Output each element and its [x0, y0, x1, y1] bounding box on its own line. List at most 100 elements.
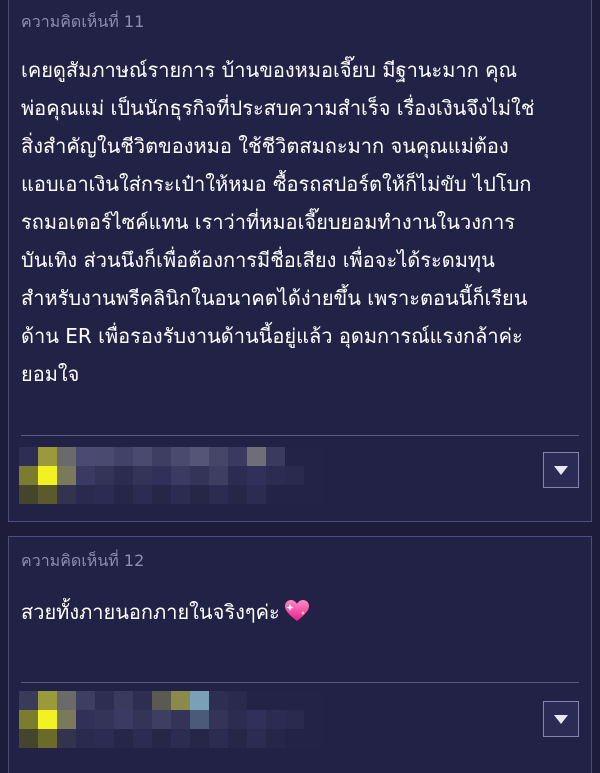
pixel-block: [38, 729, 57, 748]
comment-text-line: เคยดูสัมภาษณ์รายการ บ้านของหมอเจี๊ยบ มีฐ…: [21, 58, 518, 82]
pixel-block: [76, 485, 95, 504]
sparkling-heart-icon-svg: [284, 600, 309, 621]
pixel-block: [38, 447, 57, 466]
pixel-block: [266, 447, 285, 466]
comment-text-line: สิ่งสำคัญในชีวิตของหมอ ใช้ชีวิตสมถะมาก จ…: [21, 134, 509, 158]
pixel-block: [133, 710, 152, 729]
pixel-block: [133, 466, 152, 485]
pixel-block: [304, 691, 323, 710]
pixel-block: [152, 447, 171, 466]
pixel-block: [247, 485, 266, 504]
comment-page: ความคิดเห็นที่ 11 เคยดูสัมภาษณ์รายการ บ้…: [0, 0, 600, 773]
comment-divider: [21, 682, 579, 683]
pixel-block: [228, 447, 247, 466]
pixel-block: [38, 466, 57, 485]
pixel-block: [133, 485, 152, 504]
pixel-block: [228, 729, 247, 748]
pixel-block: [304, 447, 323, 466]
pixel-block: [76, 447, 95, 466]
pixel-block: [228, 466, 247, 485]
comment-text-line: รถมอเตอร์ไซค์แทน เราว่าที่หมอเจี๊ยบยอมทำ…: [21, 210, 516, 234]
pixel-block: [304, 729, 323, 748]
comment-text-line: บันเทิง ส่วนนึงก็เพื่อต้องการมีชื่อเสียง…: [21, 248, 495, 272]
pixel-block: [57, 466, 76, 485]
pixel-block: [304, 710, 323, 729]
pixel-block: [190, 710, 209, 729]
pixel-block: [247, 466, 266, 485]
pixelated-user-info: [19, 691, 323, 751]
pixel-block: [209, 691, 228, 710]
chevron-down-icon: [554, 465, 568, 475]
pixel-block: [247, 729, 266, 748]
comment-text-line: สำหรับงานพรีคลินิกในอนาคตได้ง่ายขึ้น เพร…: [21, 286, 528, 310]
comment-header: ความคิดเห็นที่ 11: [21, 12, 145, 31]
pixel-block: [19, 447, 38, 466]
pixel-block: [209, 710, 228, 729]
pixel-block: [114, 466, 133, 485]
pixel-block: [285, 466, 304, 485]
pixel-block: [285, 485, 304, 504]
pixel-block: [57, 485, 76, 504]
pixel-block: [247, 710, 266, 729]
pixel-block: [190, 691, 209, 710]
pixel-block: [19, 485, 38, 504]
pixel-block: [76, 710, 95, 729]
pixel-block: [266, 485, 285, 504]
pixel-block: [304, 485, 323, 504]
pixel-block: [19, 710, 38, 729]
pixel-block: [38, 710, 57, 729]
pixel-block: [171, 466, 190, 485]
pixel-block: [152, 729, 171, 748]
pixel-block: [285, 691, 304, 710]
chevron-down-icon: [554, 714, 568, 724]
pixelated-user-info: [19, 447, 323, 507]
pixel-block: [133, 729, 152, 748]
pixel-block: [57, 447, 76, 466]
comment-body: สวยทั้งภายนอกภายในจริงๆค่ะ: [21, 593, 577, 631]
pixel-block: [133, 447, 152, 466]
pixel-block: [209, 447, 228, 466]
comment-card-12: ความคิดเห็นที่ 12 สวยทั้งภายนอกภายในจริง…: [8, 536, 592, 773]
pixel-block: [38, 691, 57, 710]
comment-body: เคยดูสัมภาษณ์รายการ บ้านของหมอเจี๊ยบ มีฐ…: [21, 51, 577, 393]
comment-menu-button[interactable]: [543, 452, 579, 488]
pixel-block: [95, 691, 114, 710]
pixel-block: [228, 710, 247, 729]
pixel-block: [209, 466, 228, 485]
pixel-block: [95, 729, 114, 748]
pixel-block: [171, 691, 190, 710]
pixel-block: [57, 691, 76, 710]
pixel-block: [19, 691, 38, 710]
pixel-block: [190, 466, 209, 485]
pixel-block: [285, 710, 304, 729]
pixel-block: [57, 710, 76, 729]
pixel-block: [304, 466, 323, 485]
pixel-block: [76, 466, 95, 485]
comment-text-line: แอบเอาเงินใส่กระเป๋าให้หมอ ซื้อรถสปอร์ตใ…: [21, 172, 532, 196]
pixel-block: [95, 466, 114, 485]
pixel-block: [38, 485, 57, 504]
pixel-block: [190, 447, 209, 466]
pixel-block: [247, 691, 266, 710]
pixel-block: [76, 691, 95, 710]
pixel-block: [152, 691, 171, 710]
pixel-block: [285, 447, 304, 466]
pixel-block: [190, 485, 209, 504]
sparkling-heart-icon: [284, 597, 310, 635]
comment-text-line: พ่อคุณแม่ เป็นนักธุรกิจที่ประสบความสำเร็…: [21, 96, 535, 120]
pixel-block: [76, 729, 95, 748]
pixel-block: [19, 466, 38, 485]
pixel-block: [171, 447, 190, 466]
pixel-block: [152, 466, 171, 485]
comment-text: สวยทั้งภายนอกภายในจริงๆค่ะ: [21, 600, 280, 624]
pixel-block: [209, 729, 228, 748]
pixel-block: [228, 691, 247, 710]
pixel-block: [114, 691, 133, 710]
pixel-block: [152, 485, 171, 504]
pixel-block: [95, 447, 114, 466]
pixel-block: [171, 485, 190, 504]
pixel-block: [247, 447, 266, 466]
pixel-block: [190, 729, 209, 748]
comment-header: ความคิดเห็นที่ 12: [21, 551, 145, 570]
comment-menu-button[interactable]: [543, 701, 579, 737]
